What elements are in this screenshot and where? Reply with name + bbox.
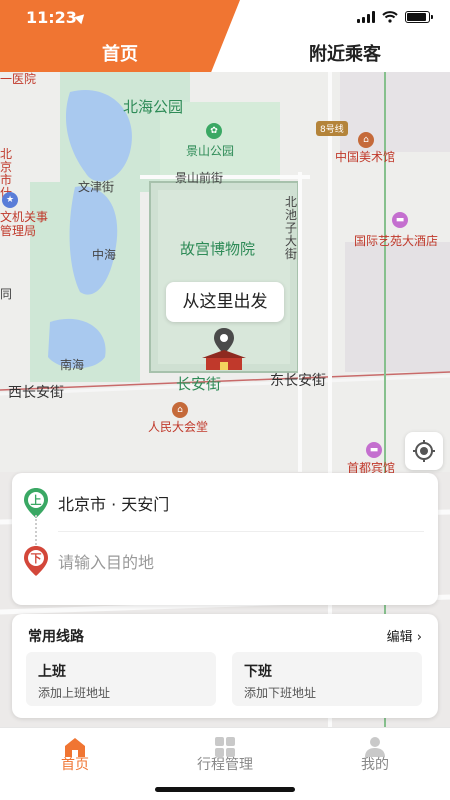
dropoff-badge-icon: 下 xyxy=(24,546,48,576)
home-indicator xyxy=(155,787,295,792)
museum-poi-icon: ⌂ xyxy=(172,402,188,418)
route-commute-to-work[interactable]: 上班 添加上班地址 xyxy=(26,652,216,706)
park-poi-icon: ✿ xyxy=(206,123,222,139)
tab-home[interactable]: 首页 xyxy=(0,40,240,66)
map-label-xichangan: 西长安街 xyxy=(8,385,64,401)
map-label-forbidden-city: 故宫博物院 xyxy=(180,240,256,258)
tab-nearby-passengers[interactable]: 附近乘客 xyxy=(240,40,450,66)
pickup-location-text: 北京市 · 天安门 xyxy=(58,495,170,514)
common-routes-title: 常用线路 xyxy=(28,629,84,645)
gov-poi-icon: ★ xyxy=(2,192,18,208)
map-label-jingshan-park: 景山公园 xyxy=(186,144,235,158)
map-label-zhonghai: 中海 xyxy=(92,248,117,262)
map-label-great-hall: 人民大会堂 xyxy=(148,420,209,434)
art-museum-poi-icon: ⌂ xyxy=(358,132,374,148)
map-label-wenjin-street: 文津街 xyxy=(78,180,115,194)
hotel-poi-icon: ▬ xyxy=(392,212,408,228)
nav-home-label: 首页 xyxy=(61,757,89,773)
common-routes-card: 常用线路 编辑 › 上班 添加上班地址 下班 添加下班地址 xyxy=(12,614,438,718)
map-label-art-museum: 中国美术馆 xyxy=(335,150,396,164)
battery-icon xyxy=(405,11,433,23)
route-hint: 添加上班地址 xyxy=(38,686,111,700)
tiananmen-gate-icon xyxy=(202,350,246,370)
pickup-badge-text: 上 xyxy=(31,493,42,507)
locate-me-button[interactable] xyxy=(405,432,443,470)
map-label-changan: 长安街 xyxy=(176,375,222,393)
map-label-nanhai: 南海 xyxy=(60,358,85,372)
depart-here-bubble[interactable]: 从这里出发 xyxy=(166,282,284,322)
nav-trip-label: 行程管理 xyxy=(197,757,253,773)
wifi-icon xyxy=(382,11,398,23)
nav-profile[interactable]: 我的 xyxy=(300,728,450,788)
map-label-hospital: 一医院 xyxy=(0,72,37,86)
route-name: 下班 xyxy=(244,664,272,680)
pickup-badge-icon: 上 xyxy=(24,488,48,518)
locate-icon xyxy=(413,440,435,462)
capital-hotel-poi-icon: ▬ xyxy=(366,442,382,458)
dropoff-badge-text: 下 xyxy=(31,552,42,565)
route-hint: 添加下班地址 xyxy=(244,686,317,700)
map-label-jingshan-qianjie: 景山前街 xyxy=(175,171,224,185)
map-label-guanliju-left: 管理局 xyxy=(0,224,37,238)
destination-row[interactable]: 下 请输入目的地 xyxy=(12,531,438,589)
nav-trip-management[interactable]: 行程管理 xyxy=(150,728,300,788)
battery-level xyxy=(407,13,426,21)
map-label-beichizi: 北池子大街 xyxy=(285,195,298,261)
cellular-signal-icon xyxy=(357,11,375,23)
map-label-yiyuan-hotel: 国际艺苑大酒店 xyxy=(354,234,439,248)
status-icons xyxy=(357,11,433,23)
pickup-location-row[interactable]: 上 北京市 · 天安门 xyxy=(12,473,438,531)
destination-input[interactable]: 请输入目的地 xyxy=(58,549,154,573)
edit-routes-button[interactable]: 编辑 › xyxy=(387,626,422,645)
map-label-beihai-park: 北海公园 xyxy=(123,98,184,116)
map-label-tong-left: 同 xyxy=(0,287,13,301)
nav-home[interactable]: 首页 xyxy=(0,728,150,788)
address-card: 上 北京市 · 天安门 下 请输入目的地 xyxy=(12,473,438,605)
status-time: 11:23 xyxy=(26,8,77,27)
route-commute-home[interactable]: 下班 添加下班地址 xyxy=(232,652,422,706)
metro-line-tag: 8号线 xyxy=(316,121,348,136)
status-bar: 11:23 xyxy=(0,0,450,36)
route-name: 上班 xyxy=(38,664,66,680)
nav-profile-label: 我的 xyxy=(361,757,389,773)
map-label-dongchangan: 东长安街 xyxy=(270,373,326,389)
